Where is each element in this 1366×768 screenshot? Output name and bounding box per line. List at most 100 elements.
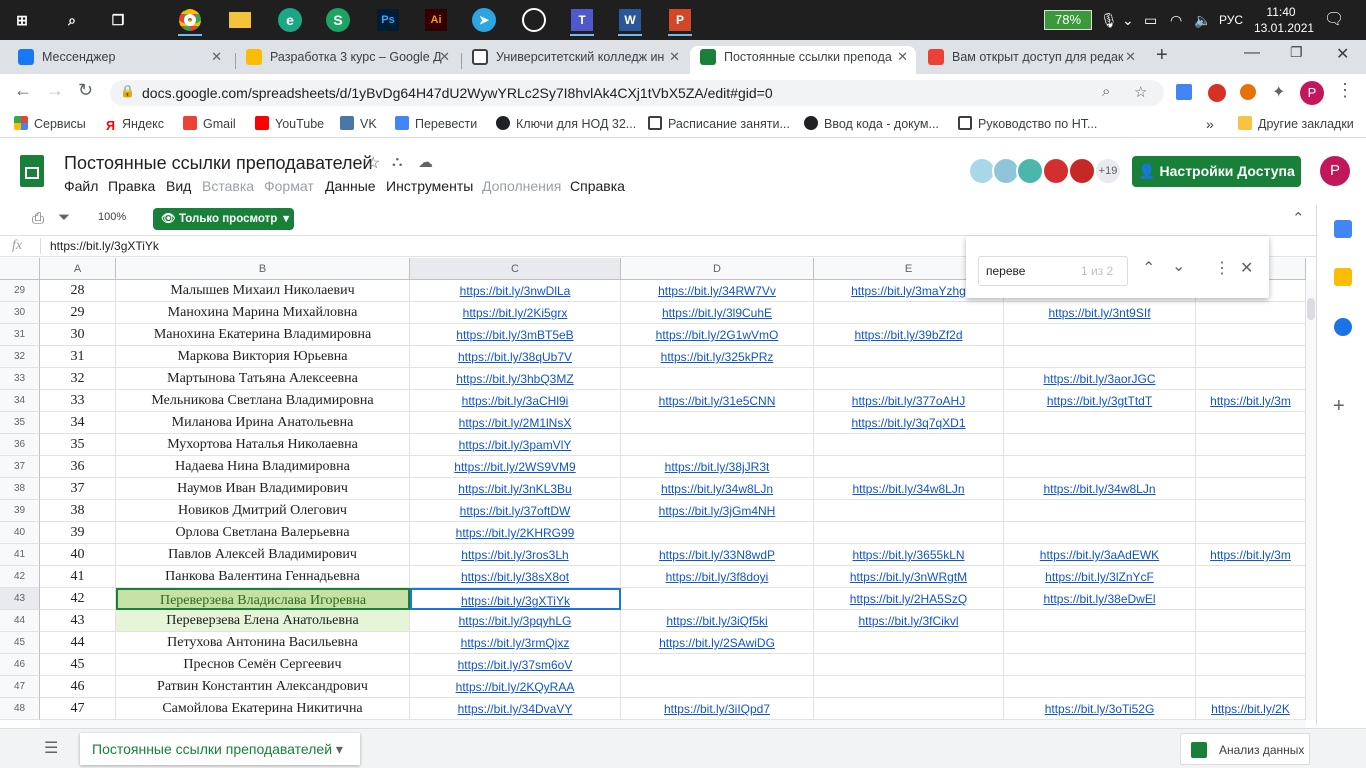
cell-c[interactable]: https://bit.ly/3rmQjxz: [410, 632, 621, 654]
row-number[interactable]: 48: [0, 698, 40, 720]
cell-a[interactable]: 28: [40, 280, 116, 302]
link-text[interactable]: https://bit.ly/3nKL3Bu: [458, 482, 571, 496]
url-text[interactable]: docs.google.com/spreadsheets/d/1yBvDg64H…: [142, 80, 773, 106]
cell-g[interactable]: [1196, 588, 1306, 610]
link-text[interactable]: https://bit.ly/3iQf5ki: [666, 614, 767, 628]
cell-f[interactable]: [1004, 324, 1196, 346]
cell-b[interactable]: Орлова Светлана Валерьевна: [116, 522, 410, 544]
link-text[interactable]: https://bit.ly/3655kLN: [852, 548, 964, 562]
close-icon[interactable]: ✕: [211, 46, 222, 68]
link-text[interactable]: https://bit.ly/3jGm4NH: [659, 504, 776, 518]
document-title[interactable]: Постоянные ссылки преподавателей: [64, 153, 373, 174]
cell-d[interactable]: [621, 412, 814, 434]
collaborator-avatar[interactable]: [1042, 157, 1070, 185]
cell-f[interactable]: https://bit.ly/3aorJGC: [1004, 368, 1196, 390]
tab-messenger[interactable]: Мессенджер ✕: [8, 46, 230, 74]
link-text[interactable]: https://bit.ly/3mBT5eB: [456, 328, 573, 342]
cell-b[interactable]: Новиков Дмитрий Олегович: [116, 500, 410, 522]
cell-e[interactable]: https://bit.ly/377oAHJ: [814, 390, 1004, 412]
bookmark-gmail[interactable]: Gmail: [183, 110, 236, 138]
cell-d[interactable]: [621, 654, 814, 676]
cell-c[interactable]: https://bit.ly/34DvaVY: [410, 698, 621, 720]
formula-input[interactable]: https://bit.ly/3gXTiYk: [50, 239, 159, 253]
cell-b[interactable]: Мухортова Наталья Николаевна: [116, 434, 410, 456]
row-number[interactable]: 39: [0, 500, 40, 522]
column-header-a[interactable]: A: [40, 258, 116, 280]
cell-d[interactable]: [621, 676, 814, 698]
cell-g[interactable]: [1196, 676, 1306, 698]
row-number[interactable]: 29: [0, 280, 40, 302]
link-text[interactable]: https://bit.ly/38sX8ot: [461, 570, 569, 584]
cell-b[interactable]: Мельникова Светлана Владимировна: [116, 390, 410, 412]
windows-start-icon[interactable]: ⊞: [6, 4, 38, 36]
cell-g[interactable]: https://bit.ly/3m: [1196, 390, 1306, 412]
cell-f[interactable]: [1004, 412, 1196, 434]
cell-d[interactable]: https://bit.ly/34w8LJn: [621, 478, 814, 500]
bookmark-code-input[interactable]: Ввод кода - докум...: [804, 110, 939, 138]
cell-f[interactable]: [1004, 654, 1196, 676]
horizontal-scrollbar[interactable]: [40, 720, 1306, 728]
link-text[interactable]: https://bit.ly/3nt9SIf: [1048, 306, 1150, 320]
cell-a[interactable]: 39: [40, 522, 116, 544]
cell-f[interactable]: https://bit.ly/3nt9SIf: [1004, 302, 1196, 324]
cell-e[interactable]: [814, 500, 1004, 522]
cell-f[interactable]: [1004, 500, 1196, 522]
link-text[interactable]: https://bit.ly/33N8wdP: [659, 548, 775, 562]
cell-g[interactable]: [1196, 456, 1306, 478]
link-text[interactable]: https://bit.ly/3m: [1210, 548, 1291, 562]
tab-gmail[interactable]: Вам открыт доступ для редак ✕: [918, 46, 1144, 74]
more-collaborators-badge[interactable]: +19: [1094, 157, 1122, 185]
row-number[interactable]: 36: [0, 434, 40, 456]
skype-like-icon[interactable]: S: [322, 4, 354, 36]
cell-d[interactable]: https://bit.ly/3iIQpd7: [621, 698, 814, 720]
cell-c[interactable]: https://bit.ly/2Ki5grx: [410, 302, 621, 324]
cell-e[interactable]: https://bit.ly/3nWRgtM: [814, 566, 1004, 588]
zoom-select[interactable]: 100%: [98, 211, 126, 223]
cell-c[interactable]: https://bit.ly/38qUb7V: [410, 346, 621, 368]
find-input[interactable]: переве 1 из 2: [978, 256, 1128, 286]
link-text[interactable]: https://bit.ly/38eDwEl: [1043, 592, 1155, 606]
link-text[interactable]: https://bit.ly/325kPRz: [661, 350, 774, 364]
cell-g[interactable]: [1196, 522, 1306, 544]
microphone-icon[interactable]: 🎙: [1100, 0, 1118, 40]
task-view-icon[interactable]: ❐: [102, 4, 134, 36]
cell-c[interactable]: https://bit.ly/3pamVlY: [410, 434, 621, 456]
bookmark-guide[interactable]: Руководство по НТ...: [958, 110, 1097, 138]
edge-icon[interactable]: e: [274, 4, 306, 36]
cell-f[interactable]: [1004, 610, 1196, 632]
cell-a[interactable]: 44: [40, 632, 116, 654]
cell-f[interactable]: https://bit.ly/3aAdEWK: [1004, 544, 1196, 566]
menu-8[interactable]: Справка: [570, 178, 625, 194]
chevron-right-icon[interactable]: »: [1206, 110, 1214, 138]
cell-c[interactable]: https://bit.ly/3hbQ3MZ: [410, 368, 621, 390]
link-text[interactable]: https://bit.ly/3gtTtdT: [1047, 394, 1152, 408]
row-number[interactable]: 44: [0, 610, 40, 632]
link-text[interactable]: https://bit.ly/34DvaVY: [458, 702, 573, 716]
cell-d[interactable]: https://bit.ly/325kPRz: [621, 346, 814, 368]
other-bookmarks[interactable]: Другие закладки: [1238, 110, 1354, 138]
illustrator-icon[interactable]: Ai: [420, 4, 452, 36]
cell-c[interactable]: https://bit.ly/37oftDW: [410, 500, 621, 522]
battery-indicator[interactable]: 78%: [1044, 10, 1092, 30]
account-avatar[interactable]: P: [1320, 156, 1350, 186]
cloud-status-icon[interactable]: ☁: [418, 153, 433, 171]
cell-f[interactable]: https://bit.ly/3gtTtdT: [1004, 390, 1196, 412]
cell-a[interactable]: 35: [40, 434, 116, 456]
link-text[interactable]: https://bit.ly/34w8LJn: [852, 482, 964, 496]
add-addon-icon[interactable]: +: [1333, 395, 1345, 418]
cell-b[interactable]: Переверзева Елена Анатольевна: [116, 610, 410, 632]
link-text[interactable]: https://bit.ly/3nWRgtM: [850, 570, 967, 584]
cell-g[interactable]: [1196, 654, 1306, 676]
cell-a[interactable]: 46: [40, 676, 116, 698]
cell-d[interactable]: https://bit.ly/33N8wdP: [621, 544, 814, 566]
link-text[interactable]: https://bit.ly/34RW7Vv: [658, 284, 776, 298]
cell-d[interactable]: [621, 434, 814, 456]
cell-b[interactable]: Маркова Виктория Юрьевна: [116, 346, 410, 368]
close-icon[interactable]: ✕: [1125, 46, 1136, 68]
cell-a[interactable]: 42: [40, 588, 116, 610]
cell-g[interactable]: [1196, 412, 1306, 434]
link-text[interactable]: https://bit.ly/2KQyRAA: [456, 680, 575, 694]
cell-b[interactable]: Манохина Марина Михайловна: [116, 302, 410, 324]
print-icon[interactable]: ⎙: [32, 210, 44, 227]
cell-a[interactable]: 33: [40, 390, 116, 412]
